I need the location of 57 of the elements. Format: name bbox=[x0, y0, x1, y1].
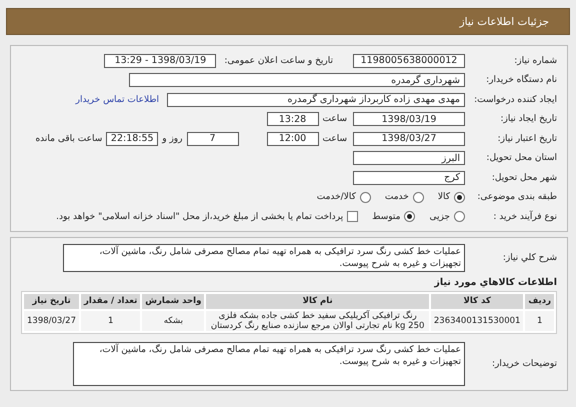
need-number-field: 1198005638000012 bbox=[353, 54, 465, 68]
radio-button[interactable] bbox=[454, 192, 465, 203]
table-cell: 1 bbox=[81, 310, 140, 330]
table-cell: 1 bbox=[525, 310, 554, 330]
table-cell: بشکه bbox=[142, 310, 204, 330]
announce-date-field: 1398/03/19 - 13:29 bbox=[104, 54, 216, 68]
column-header: تعداد / مقدار bbox=[81, 294, 140, 308]
field-label: ایجاد کننده درخواست: bbox=[473, 94, 557, 105]
field-label: روز و bbox=[162, 134, 182, 144]
field-label: توضیحات خریدار: bbox=[490, 358, 557, 368]
radio-button[interactable] bbox=[412, 192, 424, 203]
creation-time-field: 13:28 bbox=[266, 112, 318, 126]
radio-button[interactable] bbox=[404, 211, 416, 222]
section-title: اطلاعات کالاهاي مورد نياز bbox=[433, 276, 557, 288]
page-header: جزئیات اطلاعات نیاز bbox=[6, 8, 570, 35]
field-label: ساعت bbox=[322, 134, 347, 144]
table-cell: 1398/03/27 bbox=[24, 310, 79, 330]
field-label: استان محل تحویل: bbox=[485, 153, 557, 164]
column-header: کد کالا bbox=[430, 294, 524, 308]
radio-label: کالا/خدمت bbox=[316, 192, 356, 202]
field-label: تاریخ اعتبار نیاز: bbox=[496, 134, 557, 144]
radio-button[interactable] bbox=[454, 211, 465, 222]
summary-box: عملیات خط کشی رنگ سرد ترافیکی به همراه تهیه تمام مصالح مصرفی شامل رنگ، ماشین آلات، تجهیزات و غیره به شرح پیوست. bbox=[63, 244, 465, 272]
remaining-time-field: 22:18:55 bbox=[106, 132, 158, 146]
buyer-notes-box: عملیات خط کشی رنگ سرد ترافیکی به همراه تهیه تمام مصالح مصرفی شامل رنگ، ماشین آلات، تجهیزات و غیره به شرح پیوست. bbox=[73, 342, 465, 386]
city-field: کرج bbox=[353, 170, 465, 185]
radio-label: کالا bbox=[438, 192, 450, 202]
requester-field: مهدی مهدی زاده کاربرداز شهرداری گرمدره bbox=[167, 92, 465, 107]
field-label: شهر محل تحویل: bbox=[490, 172, 557, 183]
field-label: تاریخ ایجاد نیاز: bbox=[499, 114, 557, 124]
field-label: طبقه بندی موضوعی: bbox=[476, 192, 557, 202]
table-cell: 2363400131530001 bbox=[430, 310, 524, 330]
column-header: تاریخ نیاز bbox=[24, 294, 79, 308]
validity-date-field: 1398/03/27 bbox=[353, 132, 465, 146]
field-label: شماره نیاز: bbox=[513, 56, 557, 66]
buyer-contact-link[interactable]: اطلاعات تماس خریدار bbox=[76, 94, 159, 105]
column-header: ردیف bbox=[525, 294, 554, 308]
province-field: البرز bbox=[353, 151, 465, 166]
field-label: ساعت bbox=[322, 114, 347, 124]
radio-label: متوسط bbox=[372, 212, 400, 222]
field-label: تاریخ و ساعت اعلان عمومی: bbox=[224, 56, 333, 66]
field-label: نوع فرآیند خرید : bbox=[492, 212, 557, 222]
radio-label: خدمت bbox=[384, 192, 409, 202]
days-field: 7 bbox=[186, 132, 238, 146]
table-cell: رنگ ترافیکی آکریلیکی سفید خط کشی جاده بشکه فلزی 250 kg نام تجارتی اوالان مرجع سازنده صنایع رنگ کردستان bbox=[206, 310, 429, 330]
validity-time-field: 12:00 bbox=[266, 132, 318, 146]
column-header: واحد شمارش bbox=[142, 294, 204, 308]
field-label: شرح کلي نياز: bbox=[502, 252, 557, 262]
radio-button[interactable] bbox=[360, 192, 371, 203]
buyer-name-field: شهرداری گرمدره bbox=[129, 73, 465, 88]
field-label: ساعت باقی مانده bbox=[35, 134, 102, 144]
checkbox[interactable] bbox=[347, 211, 358, 222]
radio-label: جزیی bbox=[429, 212, 450, 222]
payment-option-label: پرداخت تمام یا بخشی از مبلغ خرید،از محل "اسناد خزانه اسلامی" خواهد بود. bbox=[56, 212, 344, 222]
creation-date-field: 1398/03/19 bbox=[353, 112, 465, 126]
field-label: نام دستگاه خریدار: bbox=[485, 75, 557, 86]
column-header: نام کالا bbox=[206, 294, 429, 308]
